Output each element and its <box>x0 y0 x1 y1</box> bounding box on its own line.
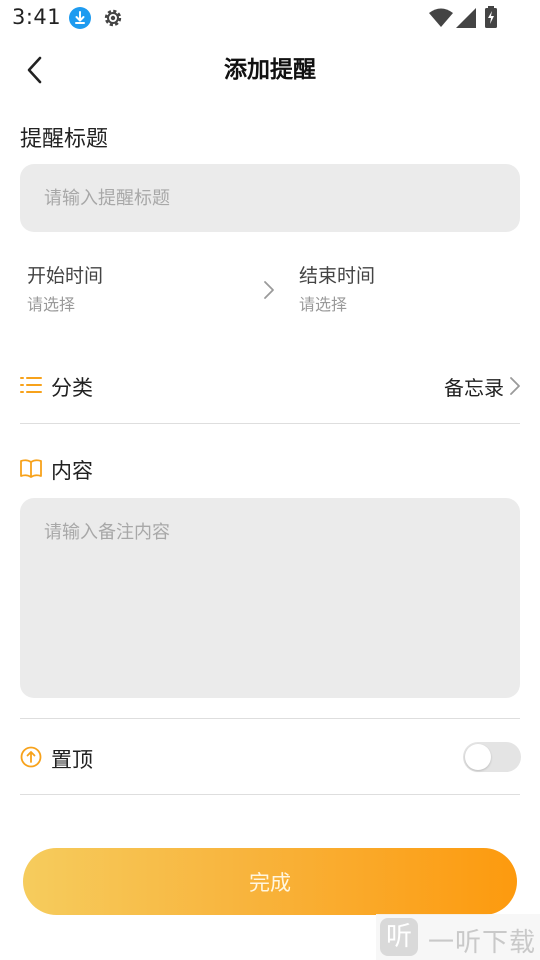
watermark-text: 一听下载 <box>428 928 537 958</box>
end-time-picker[interactable]: 结束时间 请选择 <box>299 262 375 317</box>
chevron-right-icon[interactable] <box>509 376 521 396</box>
list-icon <box>20 377 42 393</box>
book-icon <box>20 459 42 478</box>
toggle-knob <box>465 744 491 770</box>
start-time-value: 请选择 <box>27 295 76 314</box>
download-icon <box>69 7 91 29</box>
end-time-label: 结束时间 <box>299 265 376 287</box>
reminder-title-label: 提醒标题 <box>20 127 109 152</box>
start-time-label: 开始时间 <box>27 265 104 287</box>
reminder-title-input[interactable] <box>20 164 520 232</box>
divider <box>20 423 520 424</box>
battery-icon <box>485 6 497 28</box>
status-bar: 3:41 <box>0 0 540 38</box>
category-value[interactable]: 备忘录 <box>444 372 504 401</box>
page-title: 添加提醒 <box>224 57 316 83</box>
divider <box>20 794 520 795</box>
status-time: 3:41 <box>12 5 62 29</box>
end-time-value: 请选择 <box>299 295 348 314</box>
pin-toggle[interactable] <box>463 742 521 772</box>
watermark: 听 一听下载 <box>376 914 540 960</box>
back-button[interactable] <box>18 50 52 90</box>
start-time-picker[interactable]: 开始时间 请选择 <box>27 262 103 317</box>
chevron-left-icon <box>27 56 42 84</box>
wifi-icon <box>429 8 453 27</box>
chevron-right-icon <box>264 281 274 299</box>
divider <box>20 718 520 719</box>
content-input[interactable] <box>20 498 520 698</box>
done-button[interactable]: 完成 <box>23 848 517 915</box>
category-label: 分类 <box>51 376 93 400</box>
signal-icon <box>456 8 476 28</box>
content-label: 内容 <box>51 459 93 483</box>
arrow-up-circle-icon <box>20 746 42 768</box>
pin-label: 置顶 <box>51 748 93 772</box>
watermark-badge: 听 <box>380 918 418 956</box>
gear-icon <box>104 9 122 27</box>
